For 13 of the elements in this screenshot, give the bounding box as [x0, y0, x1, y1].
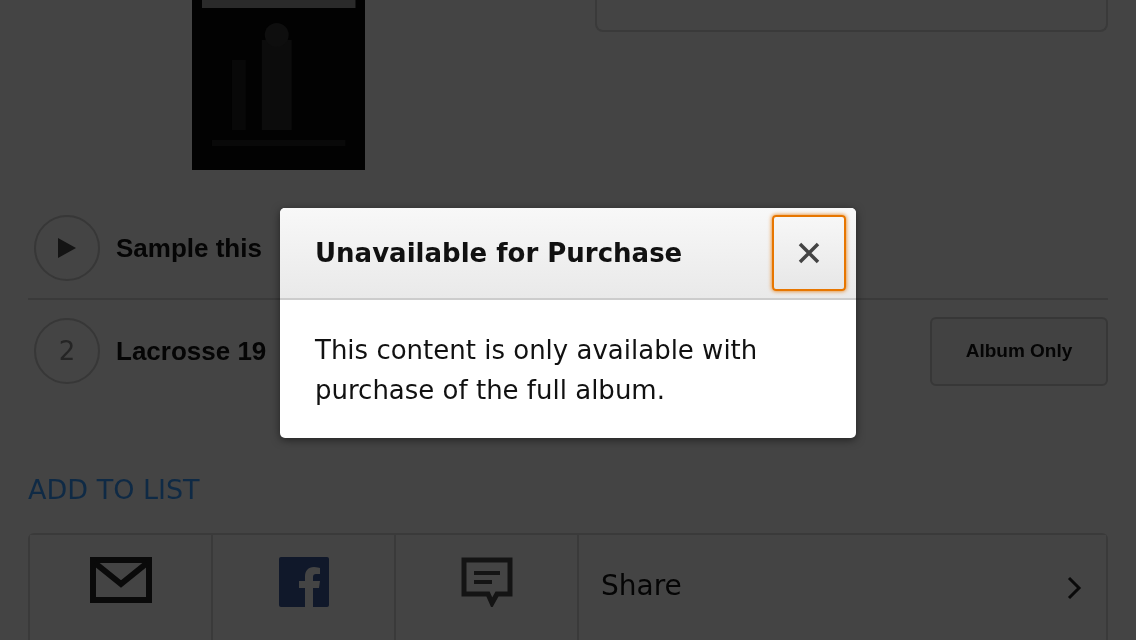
dialog-message: This content is only available with purchase of the full album. [314, 334, 759, 407]
envelope-icon [89, 557, 152, 603]
track-title: Sample this [116, 232, 262, 264]
close-icon [798, 242, 820, 264]
email-button[interactable] [30, 535, 213, 640]
dialog-title: Unavailable for Purchase [315, 238, 683, 268]
album-only-button[interactable]: Album Only [930, 316, 1108, 386]
track-title: Lacrosse 19 [116, 335, 267, 367]
play-icon [56, 236, 78, 260]
speech-bubble-icon [460, 557, 513, 607]
chevron-right-icon [1066, 575, 1082, 601]
facebook-icon [278, 557, 329, 607]
close-button[interactable] [772, 215, 846, 291]
